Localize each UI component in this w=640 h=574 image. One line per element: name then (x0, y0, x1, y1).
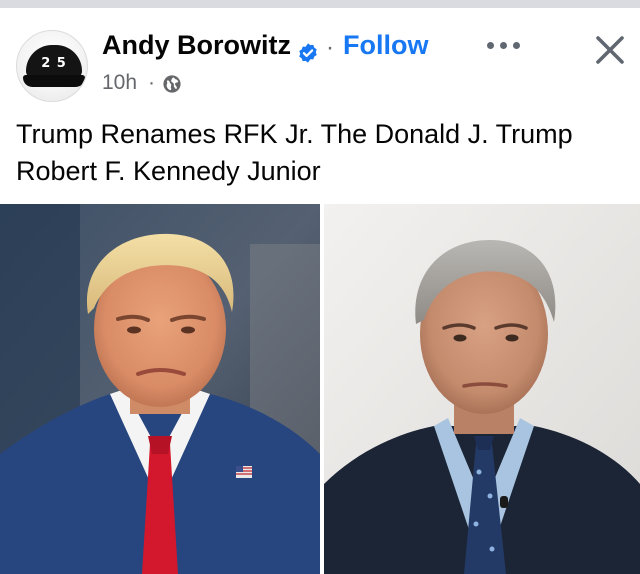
post-header: 2 5 Andy Borowitz · Follow 10h · (0, 8, 640, 108)
portrait-photo-right (324, 204, 640, 574)
author-name[interactable]: Andy Borowitz (102, 30, 291, 61)
globe-icon (163, 75, 181, 93)
author-avatar[interactable]: 2 5 (16, 30, 88, 102)
meta-separator: · (148, 71, 155, 94)
follow-separator: · (326, 34, 334, 61)
photo-left[interactable] (0, 204, 320, 574)
verified-badge-icon (299, 43, 317, 63)
post-text: Trump Renames RFK Jr. The Donald J. Trum… (16, 119, 573, 186)
close-icon[interactable] (590, 30, 630, 70)
follow-button[interactable]: Follow (343, 30, 428, 61)
post-timestamp[interactable]: 10h (102, 71, 137, 95)
more-options-icon[interactable] (484, 34, 524, 56)
photo-collage[interactable] (0, 204, 640, 574)
photo-right[interactable] (324, 204, 640, 574)
portrait-photo-left (0, 204, 320, 574)
avatar-cap-text: 2 5 (41, 56, 67, 71)
top-strip (0, 0, 640, 8)
cap-brim (23, 75, 85, 87)
